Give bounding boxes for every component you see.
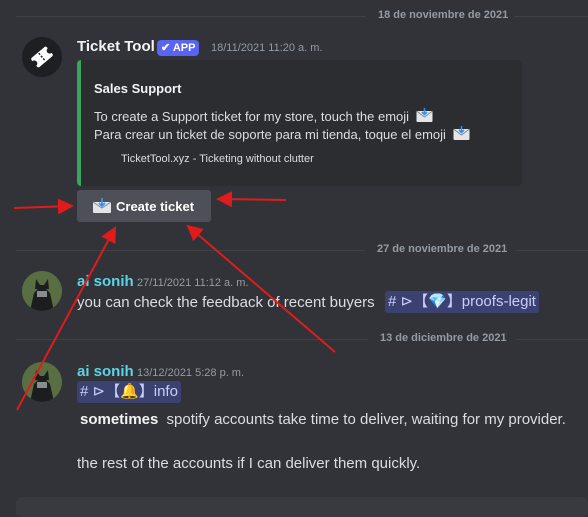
message-text: you can check the feedback of recent buy… bbox=[77, 294, 375, 311]
channel-mention-proofs-legit[interactable]: # ⊳【💎】proofs-legit bbox=[385, 291, 539, 313]
date-divider: 27 de noviembre de 2021 bbox=[0, 242, 588, 258]
message-timestamp[interactable]: 27/11/2021 11:12 a. m. bbox=[137, 277, 249, 289]
date-divider-text: 18 de noviembre de 2021 bbox=[378, 9, 509, 21]
message-text: the rest of the accounts if I can delive… bbox=[77, 455, 421, 472]
create-ticket-label: Create ticket bbox=[116, 199, 195, 214]
message-input-area[interactable] bbox=[16, 497, 588, 517]
embed-footer: TicketTool.xyz - Ticketing without clutt… bbox=[121, 153, 314, 165]
date-divider-text: 27 de noviembre de 2021 bbox=[377, 243, 508, 255]
embed-description-line: To create a Support ticket for my store,… bbox=[94, 108, 433, 124]
app-badge: ✔ APP bbox=[157, 40, 200, 56]
annotation-arrow bbox=[13, 198, 74, 215]
annotation-arrow bbox=[216, 191, 287, 208]
message-timestamp[interactable]: 18/11/2021 11:20 a. m. bbox=[211, 42, 323, 54]
username-ticket-tool[interactable]: Ticket Tool bbox=[77, 38, 155, 55]
channel-mention-info[interactable]: # ⊳【🔔】info bbox=[77, 381, 181, 403]
embed-description-line: Para crear un ticket de soporte para mi … bbox=[94, 126, 470, 142]
avatar-ai-sonih[interactable] bbox=[22, 271, 62, 311]
avatar-ai-sonih[interactable] bbox=[22, 362, 62, 402]
bold-text: sometimes bbox=[80, 411, 159, 428]
date-divider-text: 13 de diciembre de 2021 bbox=[380, 332, 507, 344]
message-text-rest: spotify accounts take time to deliver, w… bbox=[166, 411, 566, 428]
ticket-embed: Sales Support To create a Support ticket… bbox=[77, 60, 522, 186]
embed-line-text: Para crear un ticket de soporte para mi … bbox=[94, 127, 446, 142]
envelope-icon bbox=[415, 108, 433, 122]
message-timestamp[interactable]: 13/12/2021 5:28 p. m. bbox=[137, 367, 244, 379]
embed-title: Sales Support bbox=[94, 81, 182, 96]
date-divider: 18 de noviembre de 2021 bbox=[0, 8, 588, 24]
avatar-ticket-tool[interactable] bbox=[22, 37, 62, 77]
message-text: sometimes spotify accounts take time to … bbox=[80, 411, 566, 428]
create-ticket-button[interactable]: Create ticket bbox=[77, 190, 211, 222]
envelope-icon bbox=[452, 126, 470, 140]
date-divider: 13 de diciembre de 2021 bbox=[0, 331, 588, 347]
envelope-icon bbox=[92, 198, 112, 213]
username-ai-sonih[interactable]: ai sonih bbox=[77, 363, 134, 380]
embed-line-text: To create a Support ticket for my store,… bbox=[94, 109, 410, 124]
username-ai-sonih[interactable]: ai sonih bbox=[77, 273, 134, 290]
